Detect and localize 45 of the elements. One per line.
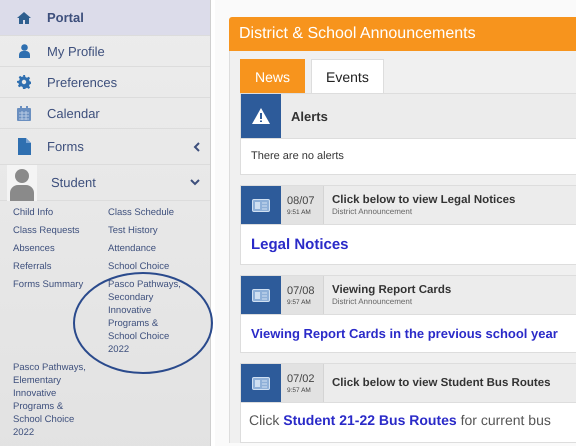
student-link[interactable]: School Choice [108, 260, 170, 273]
panel-title: District & School Announcements [239, 25, 476, 43]
sidebar-item[interactable]: Preferences [0, 67, 210, 98]
avatar-icon [7, 164, 37, 200]
announcement-text: Click Student 21-22 Bus Routes for current bus [249, 412, 551, 428]
alerts-title: Alerts [290, 108, 328, 126]
chevron-left-icon [193, 142, 200, 152]
sidebar-item[interactable]: Student [0, 165, 210, 201]
announcement-date: 08/07 [287, 194, 316, 206]
student-link[interactable]: Child Info [13, 206, 54, 219]
sidebar-item[interactable]: Calendar [0, 98, 210, 129]
tab[interactable]: Events [311, 59, 384, 93]
student-link[interactable]: Referrals [13, 260, 52, 273]
card-icon [252, 198, 270, 212]
announcement-date: 07/08 [287, 284, 316, 296]
announcement-link[interactable]: Legal Notices [251, 236, 349, 253]
chevron-down-icon [190, 179, 200, 186]
student-link[interactable]: Pasco Pathways, Secondary Innovative Programs & School Choice 2022 [108, 278, 186, 356]
sidebar-item[interactable]: Portal [0, 0, 210, 36]
sidebar-item[interactable]: My Profile [0, 36, 210, 67]
announcement-title: Viewing Report Cards [332, 284, 452, 296]
announcement-title: Click below to view Legal Notices [332, 194, 516, 206]
student-link[interactable]: Class Schedule [108, 206, 174, 219]
card-icon [252, 288, 270, 302]
announcement-link[interactable]: Student 21-22 Bus Routes [283, 412, 457, 428]
sidebar-item[interactable]: Forms [0, 129, 210, 165]
student-link[interactable]: Class Requests [13, 224, 80, 237]
gear-icon [17, 75, 31, 89]
student-link[interactable]: Forms Summary [13, 278, 84, 356]
warning-icon [252, 108, 270, 124]
announcement-source: District Announcement [332, 297, 414, 306]
card-icon [252, 376, 270, 390]
student-link[interactable]: Attendance [108, 242, 156, 255]
announcement-link[interactable]: Viewing Report Cards in the previous school year [251, 326, 558, 341]
announcement-date: 07/02 [287, 372, 316, 384]
announcement-source: District Announcement [332, 207, 414, 216]
person-icon [18, 44, 30, 58]
calendar-icon [17, 106, 31, 120]
document-icon [18, 138, 30, 155]
student-link[interactable]: Pasco Pathways, Elementary Innovative Programs & School Choice 2022 [13, 361, 91, 439]
home-icon [17, 12, 31, 24]
student-link[interactable]: Test History [108, 224, 158, 237]
announcement-title: Click below to view Student Bus Routes [332, 377, 551, 389]
alerts-message: There are no alerts [250, 149, 345, 164]
student-link[interactable]: Absences [13, 242, 55, 255]
